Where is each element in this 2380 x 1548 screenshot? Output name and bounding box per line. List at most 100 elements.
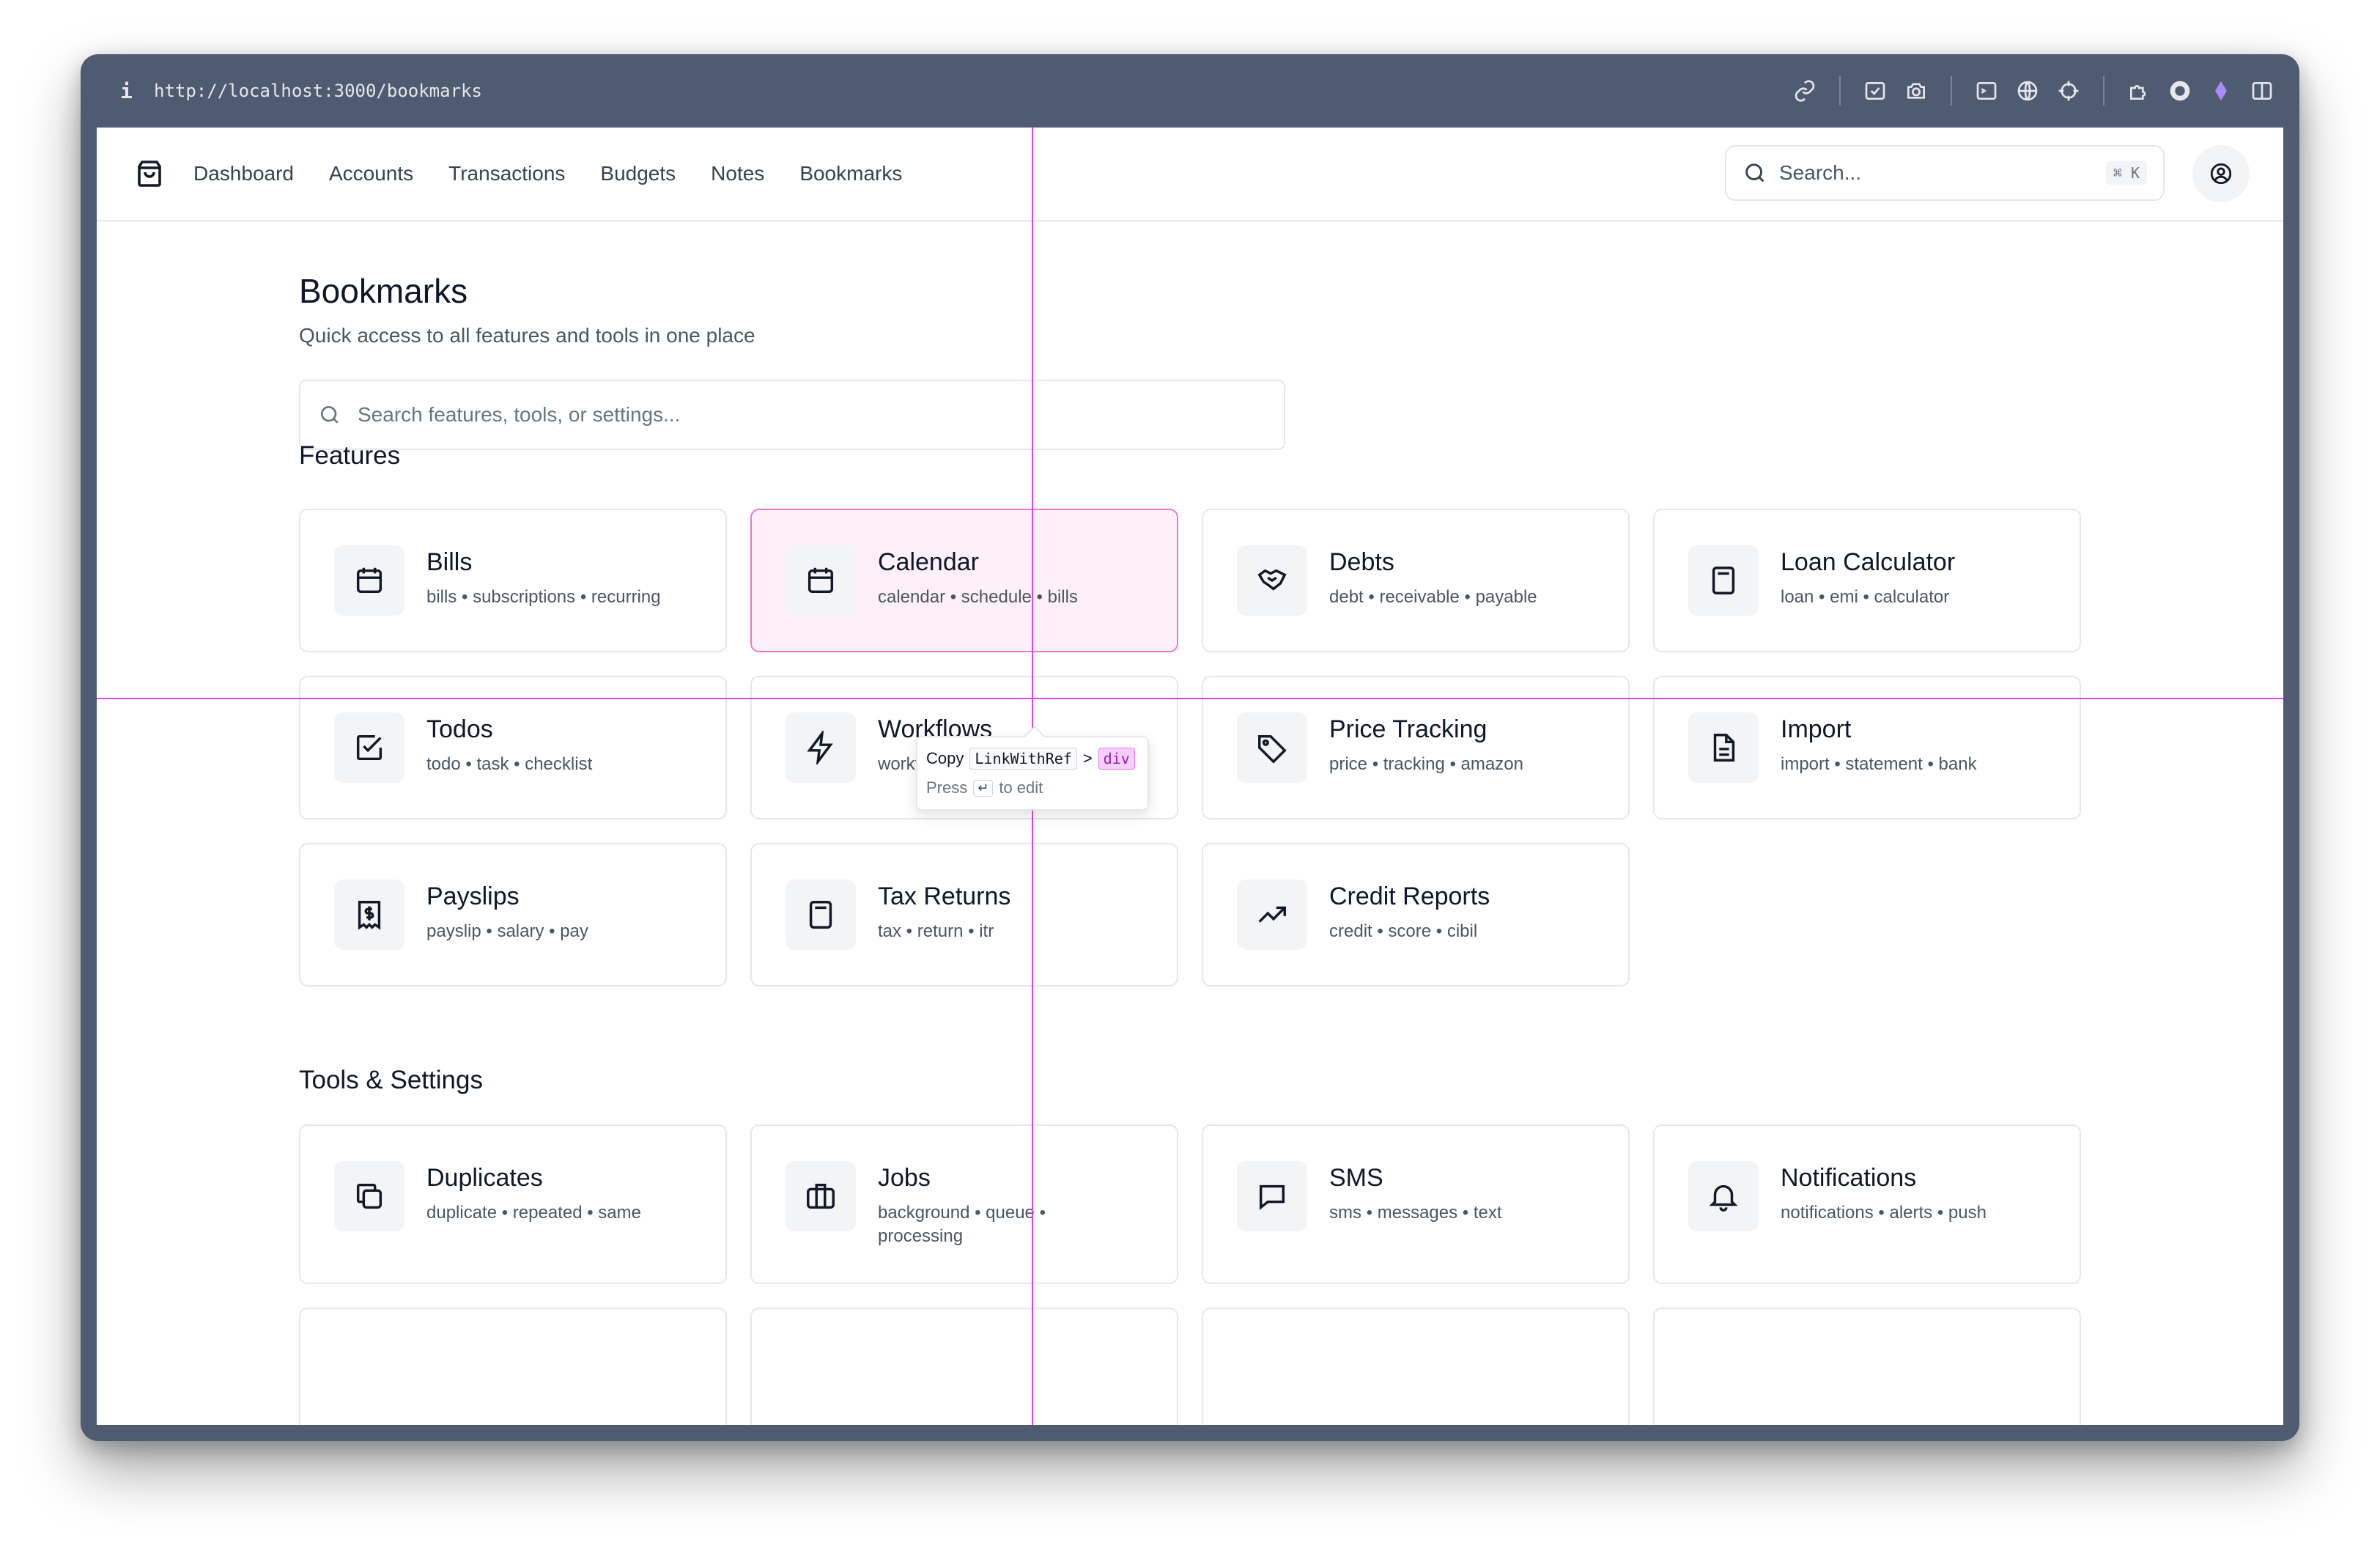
global-search-button[interactable]: Search... ⌘ K: [1725, 145, 2165, 201]
card-title: Import: [1781, 715, 1852, 743]
feature-search-box: [299, 380, 1285, 450]
bookmark-card-payslips[interactable]: Payslips payslip • salary • pay: [299, 843, 727, 987]
package-logo-icon[interactable]: [132, 156, 167, 191]
trending-up-icon: [1237, 880, 1307, 950]
card-tags: notifications • alerts • push: [1781, 1203, 1987, 1223]
card-tags: price • tracking • amazon: [1329, 754, 1523, 774]
feature-search-input[interactable]: [358, 403, 1266, 427]
features-grid: Bills bills • subscriptions • recurring C…: [299, 509, 2081, 987]
global-search-placeholder: Search...: [1779, 161, 1862, 184]
card-title: Debts: [1329, 548, 1394, 576]
card-tags: duplicate • repeated • same: [426, 1203, 641, 1223]
card-tags: payslip • salary • pay: [426, 921, 588, 941]
card-title: Notifications: [1781, 1164, 1917, 1192]
camera-icon[interactable]: [1904, 78, 1929, 103]
nav-link-transactions[interactable]: Transactions: [448, 162, 565, 185]
card-tags: import • statement • bank: [1781, 754, 1977, 774]
calendar-icon: [334, 545, 404, 616]
bookmark-card-sms[interactable]: SMS sms • messages • text: [1202, 1124, 1630, 1284]
screenshot-icon[interactable]: [1863, 78, 1888, 103]
checkbox-icon: [334, 712, 404, 783]
card-title: Duplicates: [426, 1164, 543, 1192]
card-title: Payslips: [426, 882, 520, 910]
document-icon: [1688, 712, 1759, 783]
link-icon[interactable]: [1792, 78, 1817, 103]
bookmark-card-credit-reports[interactable]: Credit Reports credit • score • cibil: [1202, 843, 1630, 987]
nav-link-notes[interactable]: Notes: [711, 162, 764, 185]
card-title: Todos: [426, 715, 493, 743]
search-icon: [1745, 163, 1764, 183]
sidebar-toggle-icon[interactable]: [2250, 78, 2274, 103]
hint-prefix: Press: [926, 778, 968, 797]
bookmark-card-bills[interactable]: Bills bills • subscriptions • recurring: [299, 509, 727, 652]
card-tags: tax • return • itr: [878, 921, 994, 941]
lightning-icon: [786, 712, 856, 783]
globe-icon[interactable]: [2015, 78, 2040, 103]
nav-link-dashboard[interactable]: Dashboard: [193, 162, 294, 185]
bookmark-card-partial[interactable]: [1202, 1308, 1630, 1425]
user-menu-button[interactable]: [2192, 145, 2250, 202]
terminal-icon[interactable]: [1974, 78, 1999, 103]
card-title: Calendar: [878, 548, 979, 576]
tools-grid: Duplicates duplicate • repeated • same Jo…: [299, 1124, 2081, 1425]
main-nav: Dashboard Accounts Transactions Budgets …: [193, 162, 902, 185]
card-title: Price Tracking: [1329, 715, 1488, 743]
calculator-icon: [786, 880, 856, 950]
bookmark-card-partial[interactable]: [750, 1308, 1178, 1425]
profile-extension-icon[interactable]: [2168, 78, 2192, 103]
search-icon: [321, 406, 339, 424]
info-icon[interactable]: i: [120, 79, 154, 103]
message-icon: [1237, 1161, 1307, 1231]
card-tags: todo • task • checklist: [426, 754, 593, 774]
bell-icon: [1688, 1161, 1759, 1231]
card-tags: bills • subscriptions • recurring: [426, 587, 661, 607]
nav-link-accounts[interactable]: Accounts: [329, 162, 413, 185]
card-tags: debt • receivable • payable: [1329, 587, 1537, 607]
bookmark-card-partial[interactable]: [299, 1308, 727, 1425]
toolbar-divider: [1839, 76, 1841, 106]
calendar-grid-icon: [786, 545, 856, 616]
bookmark-card-notifications[interactable]: Notifications notifications • alerts • pu…: [1653, 1124, 2081, 1284]
bookmark-card-debts[interactable]: Debts debt • receivable • payable: [1202, 509, 1630, 652]
browser-toolbar: i http://localhost:3000/bookmarks: [81, 54, 2299, 128]
bookmark-card-loan-calculator[interactable]: Loan Calculator loan • emi • calculator: [1653, 509, 2081, 652]
features-heading: Features: [299, 441, 401, 470]
card-title: Tax Returns: [878, 882, 1011, 910]
extension-puzzle-icon[interactable]: [2126, 78, 2151, 103]
briefcase-icon: [786, 1161, 856, 1231]
calculator-icon: [1688, 545, 1759, 616]
inspector-tooltip[interactable]: Copy LinkWithRef > div Press ↵ to edit: [916, 725, 1149, 811]
top-navigation: Dashboard Accounts Transactions Budgets …: [97, 128, 2283, 221]
card-title: Credit Reports: [1329, 882, 1490, 910]
card-title: Jobs: [878, 1164, 931, 1192]
page-subtitle: Quick access to all features and tools i…: [299, 324, 755, 347]
copy-icon: [334, 1161, 404, 1231]
bookmark-card-duplicates[interactable]: Duplicates duplicate • repeated • same: [299, 1124, 727, 1284]
bookmark-card-tax-returns[interactable]: Tax Returns tax • return • itr: [750, 843, 1178, 987]
crystal-extension-icon[interactable]: [2209, 78, 2233, 103]
bookmark-card-partial[interactable]: [1653, 1308, 2081, 1425]
copy-label[interactable]: Copy: [926, 749, 964, 768]
component-name: LinkWithRef: [969, 748, 1077, 770]
toolbar-divider: [2103, 76, 2104, 106]
handshake-icon: [1237, 545, 1307, 616]
crosshair-icon[interactable]: [2056, 78, 2081, 103]
search-shortcut-badge: ⌘ K: [2105, 161, 2147, 185]
card-tags: background • queue • processing: [878, 1203, 1046, 1246]
tag-icon: [1237, 712, 1307, 783]
enter-key-icon: ↵: [973, 779, 994, 797]
bookmark-card-jobs[interactable]: Jobs background • queue • processing: [750, 1124, 1178, 1284]
card-tags: sms • messages • text: [1329, 1203, 1502, 1223]
toolbar-divider: [1951, 76, 1952, 106]
hint-suffix: to edit: [999, 778, 1043, 797]
address-bar[interactable]: http://localhost:3000/bookmarks: [154, 81, 1792, 101]
page-viewport: Dashboard Accounts Transactions Budgets …: [97, 128, 2283, 1425]
element-tag: div: [1098, 748, 1135, 770]
bookmark-card-calendar[interactable]: Calendar calendar • schedule • bills: [750, 509, 1178, 652]
nav-link-bookmarks[interactable]: Bookmarks: [799, 162, 902, 185]
nav-link-budgets[interactable]: Budgets: [600, 162, 676, 185]
card-tags: credit • score • cibil: [1329, 921, 1478, 941]
browser-window: i http://localhost:3000/bookmarks Dashbo…: [81, 54, 2299, 1441]
user-circle-icon: [2210, 163, 2232, 185]
inspector-guide-horizontal: [97, 698, 2283, 699]
